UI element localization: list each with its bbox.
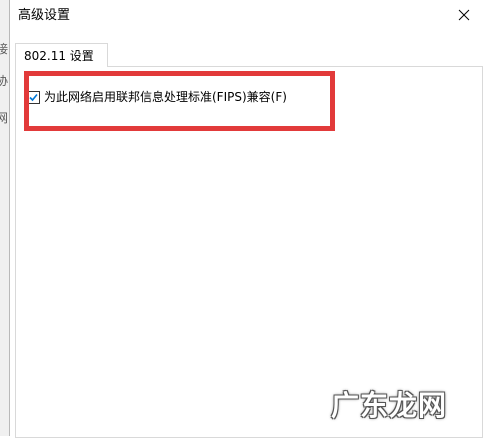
close-icon (458, 9, 470, 21)
tab-label: 802.11 设置 (24, 49, 94, 63)
watermark: 广东龙网 (330, 389, 447, 422)
fips-label: 为此网络启用联邦信息处理标准(FIPS)兼容(F) (44, 90, 287, 104)
background-glyph: 网 (0, 111, 9, 125)
fips-checkbox[interactable] (27, 90, 40, 104)
background-glyph: 协 (0, 74, 9, 88)
fips-option[interactable]: 为此网络启用联邦信息处理标准(FIPS)兼容(F) (27, 87, 287, 107)
close-button[interactable] (441, 0, 487, 30)
tab-panel (15, 66, 483, 438)
advanced-settings-dialog: 高级设置 802.11 设置 为此网络启用联邦信息处理标准(FIPS)兼容(F)… (10, 0, 487, 438)
background-window-edge: 接 协 网 (0, 0, 10, 436)
background-glyph: 接 (0, 42, 9, 56)
checkmark-icon (29, 93, 38, 101)
dialog-title: 高级设置 (18, 8, 71, 23)
tab-80211-settings[interactable]: 802.11 设置 (15, 43, 108, 67)
